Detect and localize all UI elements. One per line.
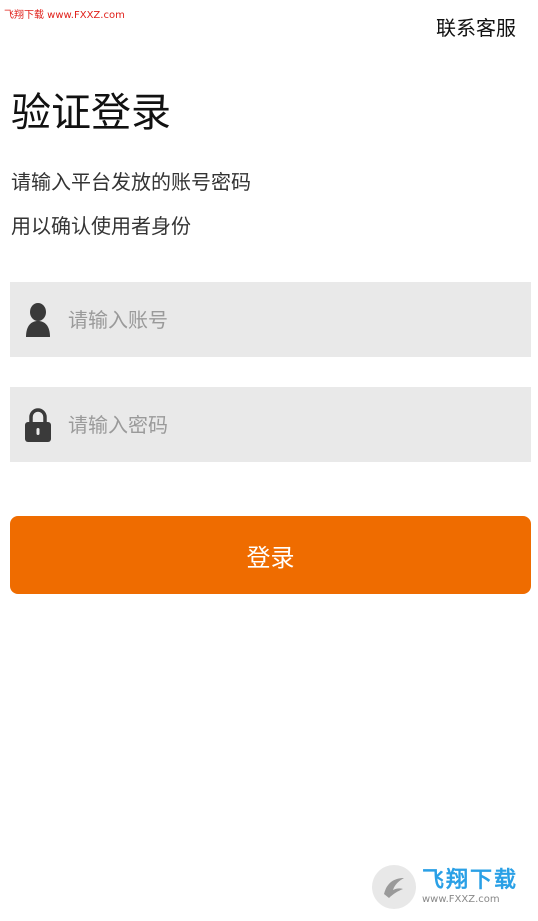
watermark-logo-text: 飞翔下载 (422, 868, 519, 894)
contact-support-link[interactable]: 联系客服 (436, 12, 516, 41)
subtitle-line-1: 请输入平台发放的账号密码 (11, 170, 251, 194)
watermark-logo-icon (372, 865, 416, 909)
page-title: 验证登录 (11, 90, 171, 136)
watermark-logo: 飞翔下载 www.FXXZ.com (372, 862, 527, 912)
login-button[interactable]: 登录 (10, 516, 531, 594)
user-icon (24, 302, 52, 338)
password-input[interactable] (68, 412, 488, 437)
account-input[interactable] (68, 307, 488, 332)
subtitle-line-2: 用以确认使用者身份 (11, 214, 191, 238)
account-field[interactable] (10, 282, 531, 357)
password-field[interactable] (10, 387, 531, 462)
watermark-top-text: 飞翔下载 www.FXXZ.com (4, 10, 125, 21)
watermark-logo-url: www.FXXZ.com (422, 893, 500, 905)
lock-icon (24, 407, 52, 443)
